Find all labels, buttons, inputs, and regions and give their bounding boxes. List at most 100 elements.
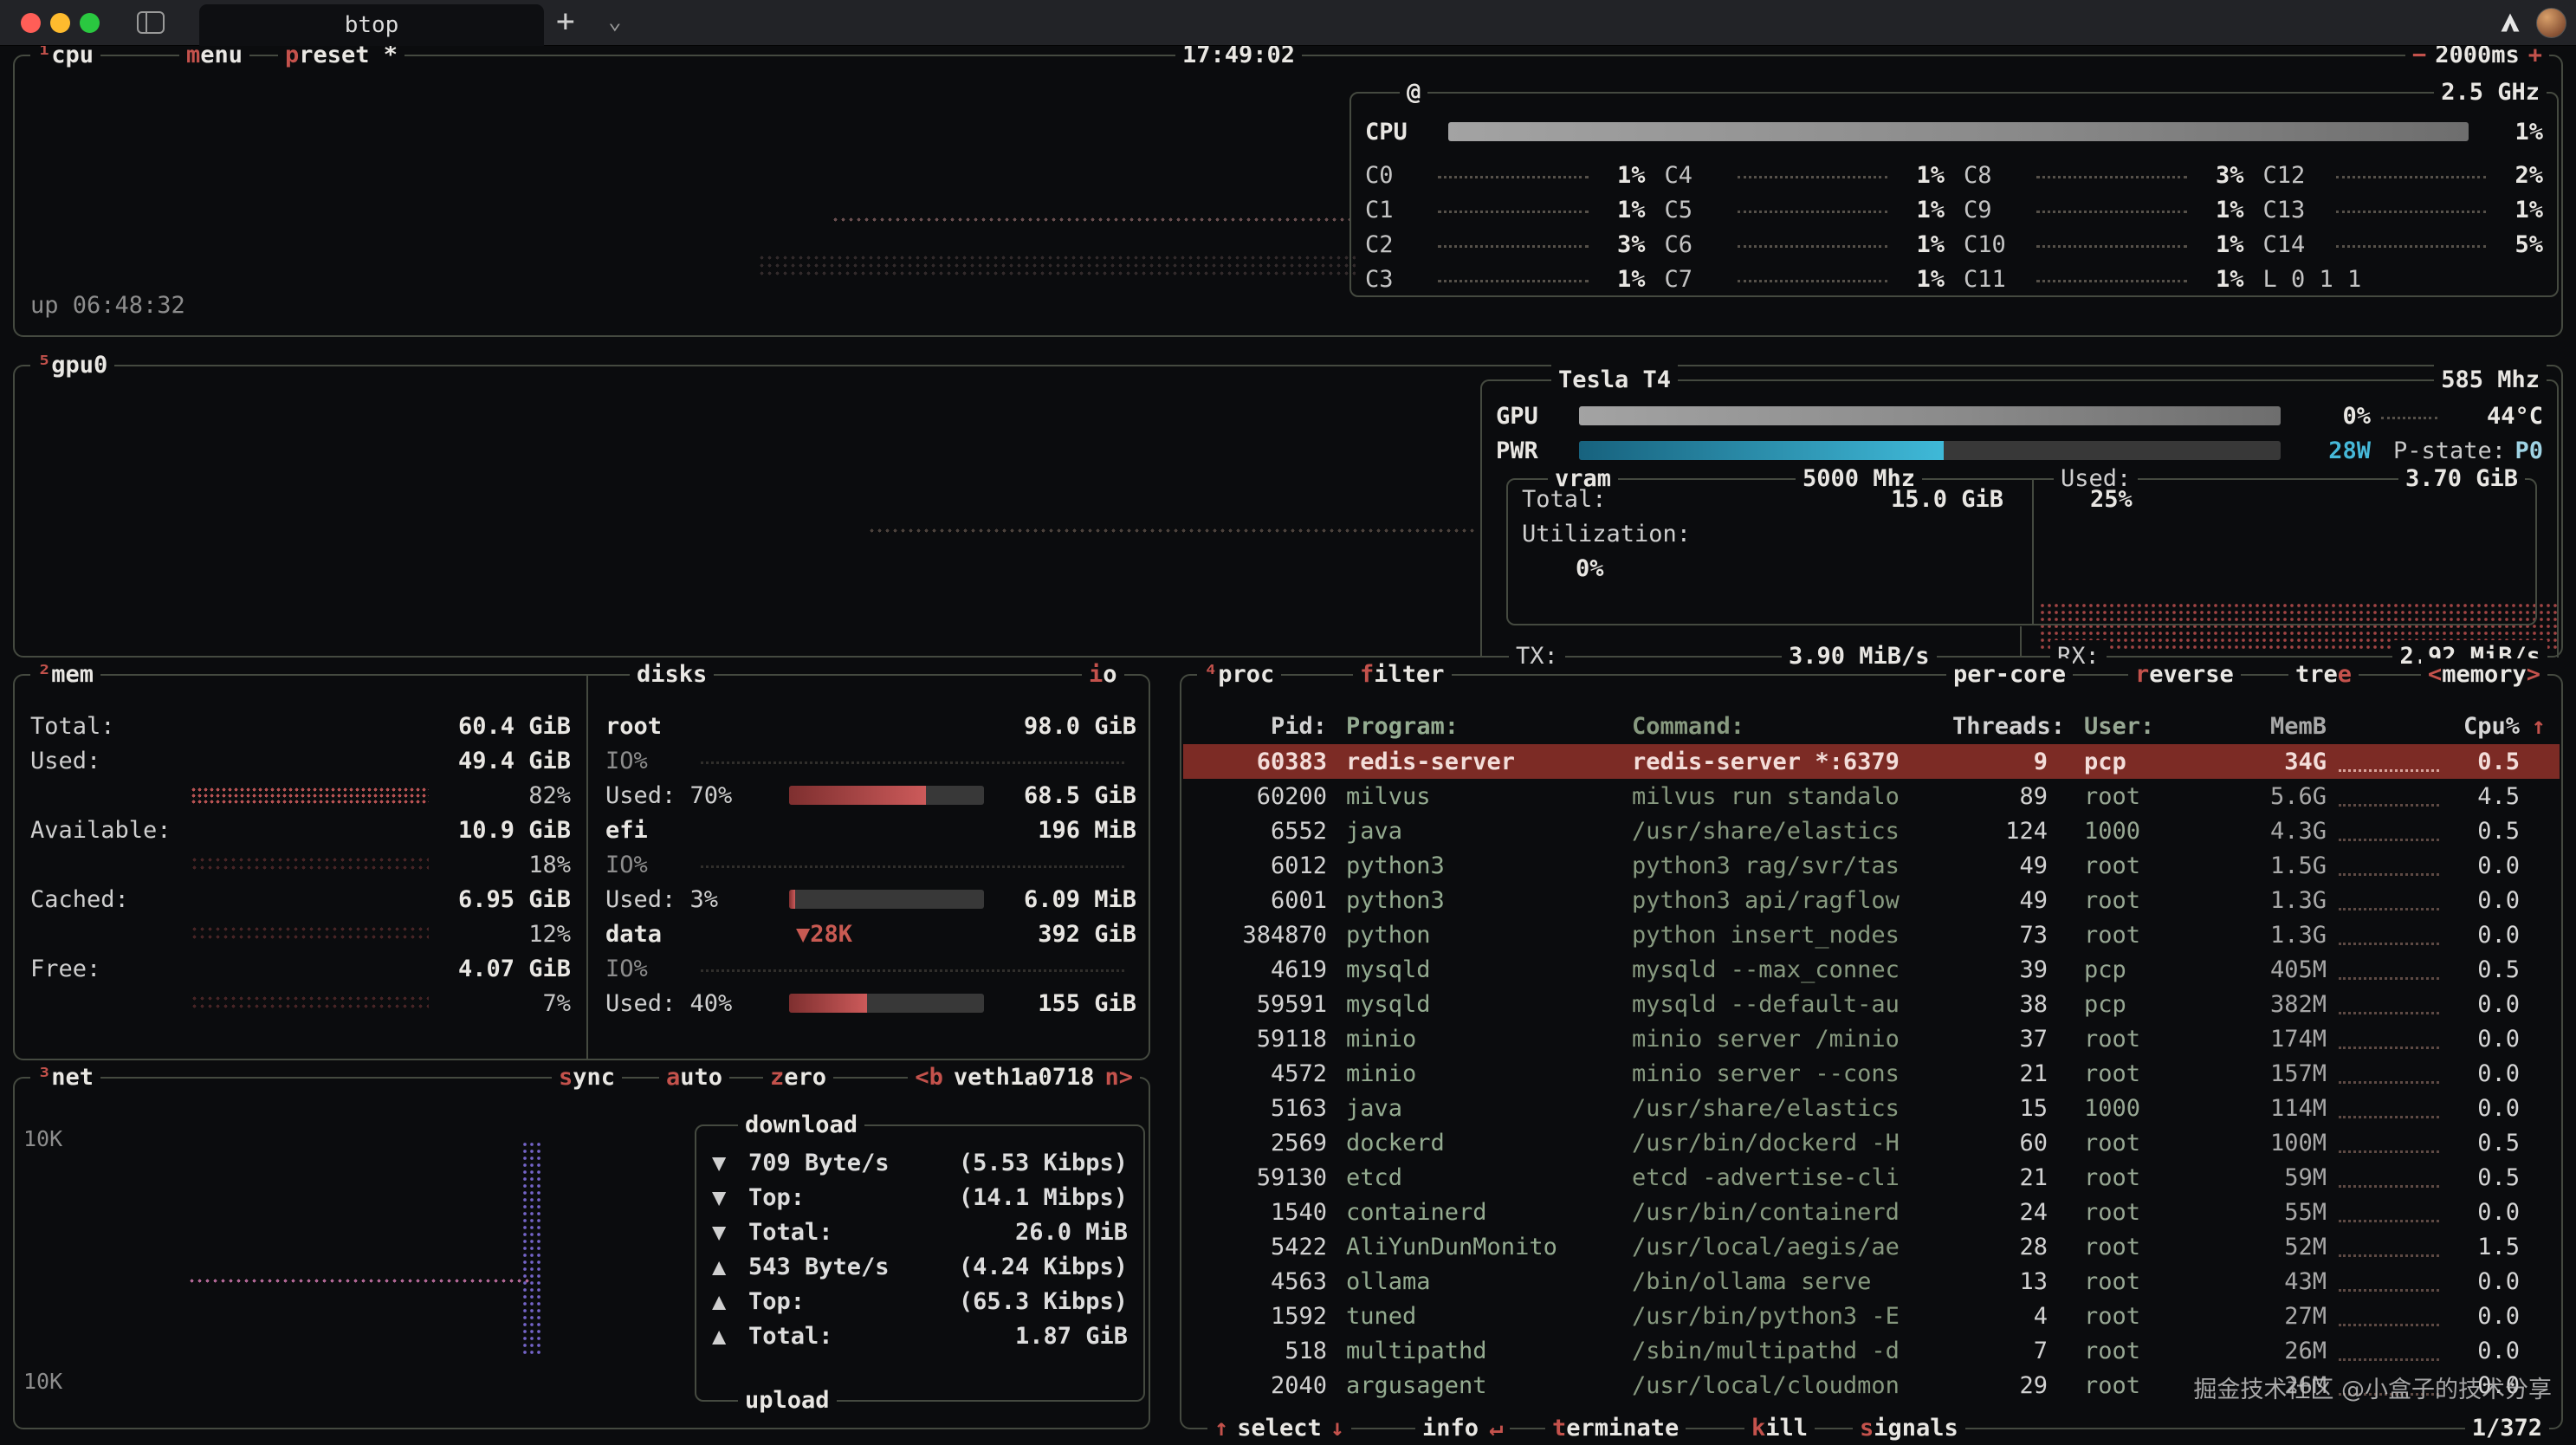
gpu-box: ⁵gpu0 Tesla T4 585 Mhz GPU 0% 44°C PWR 2… [13, 365, 2563, 658]
header-user[interactable]: User: [2084, 713, 2197, 740]
core-meter: C5 1% [1665, 192, 1945, 227]
core-meter: C2 3% [1365, 227, 1646, 262]
direction-arrow-icon: ▼ [712, 1150, 748, 1176]
gpu-box-title[interactable]: ⁵gpu0 [30, 349, 114, 382]
iface-next-button[interactable]: n> [1104, 1061, 1133, 1094]
sort-field-selector: < memory > [2421, 658, 2547, 691]
header-threads[interactable]: Threads: [1952, 713, 2048, 740]
process-row[interactable]: 59118 minio minio server /minio 37 root … [1183, 1021, 2560, 1056]
net-auto-button[interactable]: auto [659, 1061, 729, 1094]
net-zero-button[interactable]: zero [763, 1061, 833, 1094]
tree-toggle[interactable]: tree [2288, 658, 2359, 691]
core-name: C6 [1665, 231, 1729, 258]
net-scale-top: 10K [23, 1126, 62, 1151]
process-row[interactable]: 60383 redis-server redis-server *:6379 9… [1183, 744, 2560, 779]
process-row[interactable]: 59130 etcd etcd -advertise-cli 21 root 5… [1183, 1160, 2560, 1195]
io-toggle-button[interactable]: io [1082, 658, 1124, 691]
net-stat-row: ▲ Total: 1.87 GiB [696, 1319, 1143, 1353]
reverse-toggle[interactable]: reverse [2128, 658, 2241, 691]
process-row[interactable]: 4563 ollama /bin/ollama serve 13 root 43… [1183, 1264, 2560, 1299]
tab-btop[interactable]: btop [199, 4, 544, 46]
maximize-button[interactable] [80, 13, 100, 33]
process-row[interactable]: 518 multipathd /sbin/multipathd -d 7 roo… [1183, 1333, 2560, 1368]
process-row[interactable]: 1540 containerd /usr/bin/containerd 24 r… [1183, 1195, 2560, 1229]
net-box-title[interactable]: ³net [30, 1061, 100, 1094]
arrow-down-icon[interactable]: ↓ [1330, 1412, 1344, 1445]
sort-field: memory [2442, 658, 2527, 691]
iface-prev-button[interactable]: <b [915, 1061, 943, 1094]
process-row[interactable]: 4619 mysqld mysqld --max_connec 39 pcp 4… [1183, 952, 2560, 987]
core-pct: 1% [1896, 231, 1945, 258]
core-name: C11 [1964, 266, 2028, 293]
sort-prev-button[interactable]: < [2428, 658, 2442, 691]
core-meter: C3 1% [1365, 262, 1646, 296]
avatar[interactable] [2536, 8, 2566, 38]
core-graph [1438, 163, 1589, 178]
process-row[interactable]: 384870 python python insert_nodes 73 roo… [1183, 917, 2560, 952]
net-stat-row: ▲ 543 Byte/s (4.24 Kibps) [696, 1249, 1143, 1284]
proc-box-title[interactable]: ⁴proc [1197, 658, 1281, 691]
process-row[interactable]: 59591 mysqld mysqld --default-au 38 pcp … [1183, 987, 2560, 1021]
pwr-watts: 28W [2293, 437, 2371, 464]
pstate-label: P-state: [2393, 437, 2506, 464]
sort-next-button[interactable]: > [2527, 658, 2540, 691]
header-program[interactable]: Program: [1346, 713, 1632, 740]
new-tab-button[interactable]: + [556, 3, 575, 39]
process-row[interactable]: 60200 milvus milvus run standalo 89 root… [1183, 779, 2560, 813]
process-row[interactable]: 5422 AliYunDunMonito /usr/local/aegis/ae… [1183, 1229, 2560, 1264]
process-row[interactable]: 6552 java /usr/share/elastics 124 1000 4… [1183, 813, 2560, 848]
core-meter: C0 1% [1365, 158, 1646, 192]
process-row[interactable]: 6012 python3 python3 rag/svr/tas 49 root… [1183, 848, 2560, 883]
gpu-pct: 0% [2293, 403, 2371, 430]
header-pid[interactable]: Pid: [1197, 713, 1327, 740]
process-row[interactable]: 5163 java /usr/share/elastics 15 1000 11… [1183, 1091, 2560, 1125]
core-pct: 1% [2196, 231, 2244, 258]
process-cpu-graph [2327, 1168, 2448, 1188]
txrx-divider [2020, 626, 2022, 656]
header-mem[interactable]: MemB [2197, 713, 2327, 740]
cpu-detail-panel: @ 2.5 GHz CPU 1% C0 1% C4 1% [1349, 92, 2559, 297]
process-cpu-graph [2327, 960, 2448, 980]
signals-button[interactable]: signals [1853, 1412, 1965, 1445]
process-table-header: Pid: Program: Command: Threads: User: Me… [1183, 709, 2560, 743]
core-pct: 1% [2495, 197, 2543, 224]
terminate-button[interactable]: terminate [1545, 1412, 1686, 1445]
core-name: C12 [2263, 162, 2327, 189]
core-pct: 1% [1597, 197, 1646, 224]
kill-button[interactable]: kill [1744, 1412, 1815, 1445]
process-row[interactable]: 1592 tuned /usr/bin/python3 -E 4 root 27… [1183, 1299, 2560, 1333]
minimize-button[interactable] [50, 13, 70, 33]
mem-row: Free: 4.07 GiB 7% [30, 951, 571, 1021]
tab-chevron-icon[interactable]: ⌄ [608, 9, 622, 35]
process-row[interactable]: 4572 minio minio server --cons 21 root 1… [1183, 1056, 2560, 1091]
gpu-frequency: 585 Mhz [2434, 364, 2547, 397]
filter-button[interactable]: filter [1353, 658, 1452, 691]
sort-direction-icon[interactable]: ↑ [2520, 713, 2546, 740]
per-core-toggle[interactable]: per-core [1946, 658, 2073, 691]
select-control[interactable]: ↑ select ↓ [1207, 1412, 1351, 1445]
process-row[interactable]: 2569 dockerd /usr/bin/dockerd -H 60 root… [1183, 1125, 2560, 1160]
core-name: C13 [2263, 197, 2327, 224]
mem-graph [191, 995, 429, 1012]
cpu-total-meter [1448, 122, 2469, 141]
info-button[interactable]: info ↵ [1415, 1412, 1510, 1445]
sidebar-toggle-icon[interactable] [137, 11, 165, 34]
net-sync-button[interactable]: sync [552, 1061, 622, 1094]
core-graph [2336, 232, 2487, 248]
process-row[interactable]: 6001 python3 python3 api/ragflow 49 root… [1183, 883, 2560, 917]
disk-io-graph [701, 750, 1124, 764]
header-command[interactable]: Command: [1632, 713, 1952, 740]
core-meter: C7 1% [1665, 262, 1945, 296]
arrow-up-icon[interactable]: ↑ [1214, 1412, 1228, 1445]
header-cpu[interactable]: Cpu% [2448, 713, 2520, 740]
process-cpu-graph [2327, 787, 2448, 807]
gpu-box-number: ⁵ [37, 349, 51, 382]
core-graph [2336, 198, 2487, 213]
net-scale-bottom: 10K [23, 1369, 62, 1394]
mem-graph [191, 787, 429, 804]
close-button[interactable] [21, 13, 41, 33]
core-graph [1438, 232, 1589, 248]
process-cpu-graph [2327, 1098, 2448, 1118]
disks-title[interactable]: disks [630, 658, 714, 691]
mem-box-title[interactable]: ²mem [30, 658, 100, 691]
